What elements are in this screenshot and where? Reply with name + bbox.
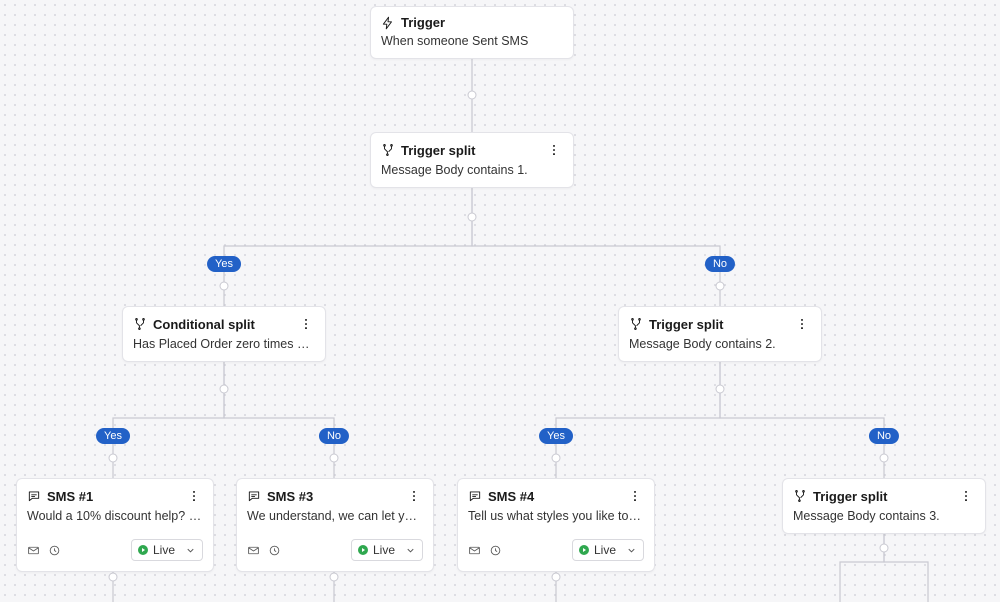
- split-icon: [133, 317, 147, 331]
- more-menu-button[interactable]: [957, 487, 975, 505]
- sms-icon: [247, 489, 261, 503]
- branch-label-yes: Yes: [207, 256, 241, 272]
- node-description: When someone Sent SMS: [371, 34, 573, 58]
- node-description: Message Body contains 2.: [619, 337, 821, 361]
- node-trigger-split-3[interactable]: Trigger split Message Body contains 3.: [782, 478, 986, 534]
- branch-label-no: No: [319, 428, 349, 444]
- sms-icon: [27, 489, 41, 503]
- branch-label-no: No: [869, 428, 899, 444]
- branch-label-yes: Yes: [96, 428, 130, 444]
- node-conditional-split[interactable]: Conditional split Has Placed Order zero …: [122, 306, 326, 362]
- status-label: Live: [153, 543, 175, 557]
- node-trigger-split-1[interactable]: Trigger split Message Body contains 1.: [370, 132, 574, 188]
- node-description: Message Body contains 1.: [371, 163, 573, 187]
- chevron-down-icon: [626, 545, 637, 556]
- node-description: Has Placed Order zero times over all tim…: [123, 337, 325, 361]
- node-trigger-split-2[interactable]: Trigger split Message Body contains 2.: [618, 306, 822, 362]
- chevron-down-icon: [405, 545, 416, 556]
- node-trigger[interactable]: Trigger When someone Sent SMS: [370, 6, 574, 59]
- flow-canvas[interactable]: Yes No Yes No Yes No Trigger When someon…: [0, 0, 1000, 602]
- node-title: Trigger split: [401, 143, 475, 158]
- chevron-down-icon: [185, 545, 196, 556]
- split-icon: [629, 317, 643, 331]
- node-description: Would a 10% discount help? Use code G…: [17, 509, 213, 533]
- status-label: Live: [594, 543, 616, 557]
- node-description: We understand, we can let you know whe…: [237, 509, 433, 533]
- split-icon: [793, 489, 807, 503]
- mail-icon: [468, 544, 481, 557]
- node-title: Trigger split: [813, 489, 887, 504]
- more-menu-button[interactable]: [405, 487, 423, 505]
- node-title: Trigger: [401, 15, 445, 30]
- node-title: SMS #3: [267, 489, 313, 504]
- play-status-icon: [138, 545, 148, 555]
- clock-icon: [48, 544, 61, 557]
- split-icon: [381, 143, 395, 157]
- branch-label-no: No: [705, 256, 735, 272]
- play-status-icon: [579, 545, 589, 555]
- status-label: Live: [373, 543, 395, 557]
- more-menu-button[interactable]: [626, 487, 644, 505]
- node-description: Tell us what styles you like to get cust…: [458, 509, 654, 533]
- node-title: Trigger split: [649, 317, 723, 332]
- node-title: SMS #1: [47, 489, 93, 504]
- more-menu-button[interactable]: [185, 487, 203, 505]
- more-menu-button[interactable]: [297, 315, 315, 333]
- mail-icon: [27, 544, 40, 557]
- node-title: SMS #4: [488, 489, 534, 504]
- node-description: Message Body contains 3.: [783, 509, 985, 533]
- mail-icon: [247, 544, 260, 557]
- status-select[interactable]: Live: [131, 539, 203, 561]
- branch-label-yes: Yes: [539, 428, 573, 444]
- clock-icon: [268, 544, 281, 557]
- more-menu-button[interactable]: [793, 315, 811, 333]
- node-title: Conditional split: [153, 317, 255, 332]
- more-menu-button[interactable]: [545, 141, 563, 159]
- node-sms-4[interactable]: SMS #4 Tell us what styles you like to g…: [457, 478, 655, 572]
- node-sms-1[interactable]: SMS #1 Would a 10% discount help? Use co…: [16, 478, 214, 572]
- status-select[interactable]: Live: [351, 539, 423, 561]
- sms-icon: [468, 489, 482, 503]
- bolt-icon: [381, 16, 395, 30]
- status-select[interactable]: Live: [572, 539, 644, 561]
- play-status-icon: [358, 545, 368, 555]
- clock-icon: [489, 544, 502, 557]
- node-sms-3[interactable]: SMS #3 We understand, we can let you kno…: [236, 478, 434, 572]
